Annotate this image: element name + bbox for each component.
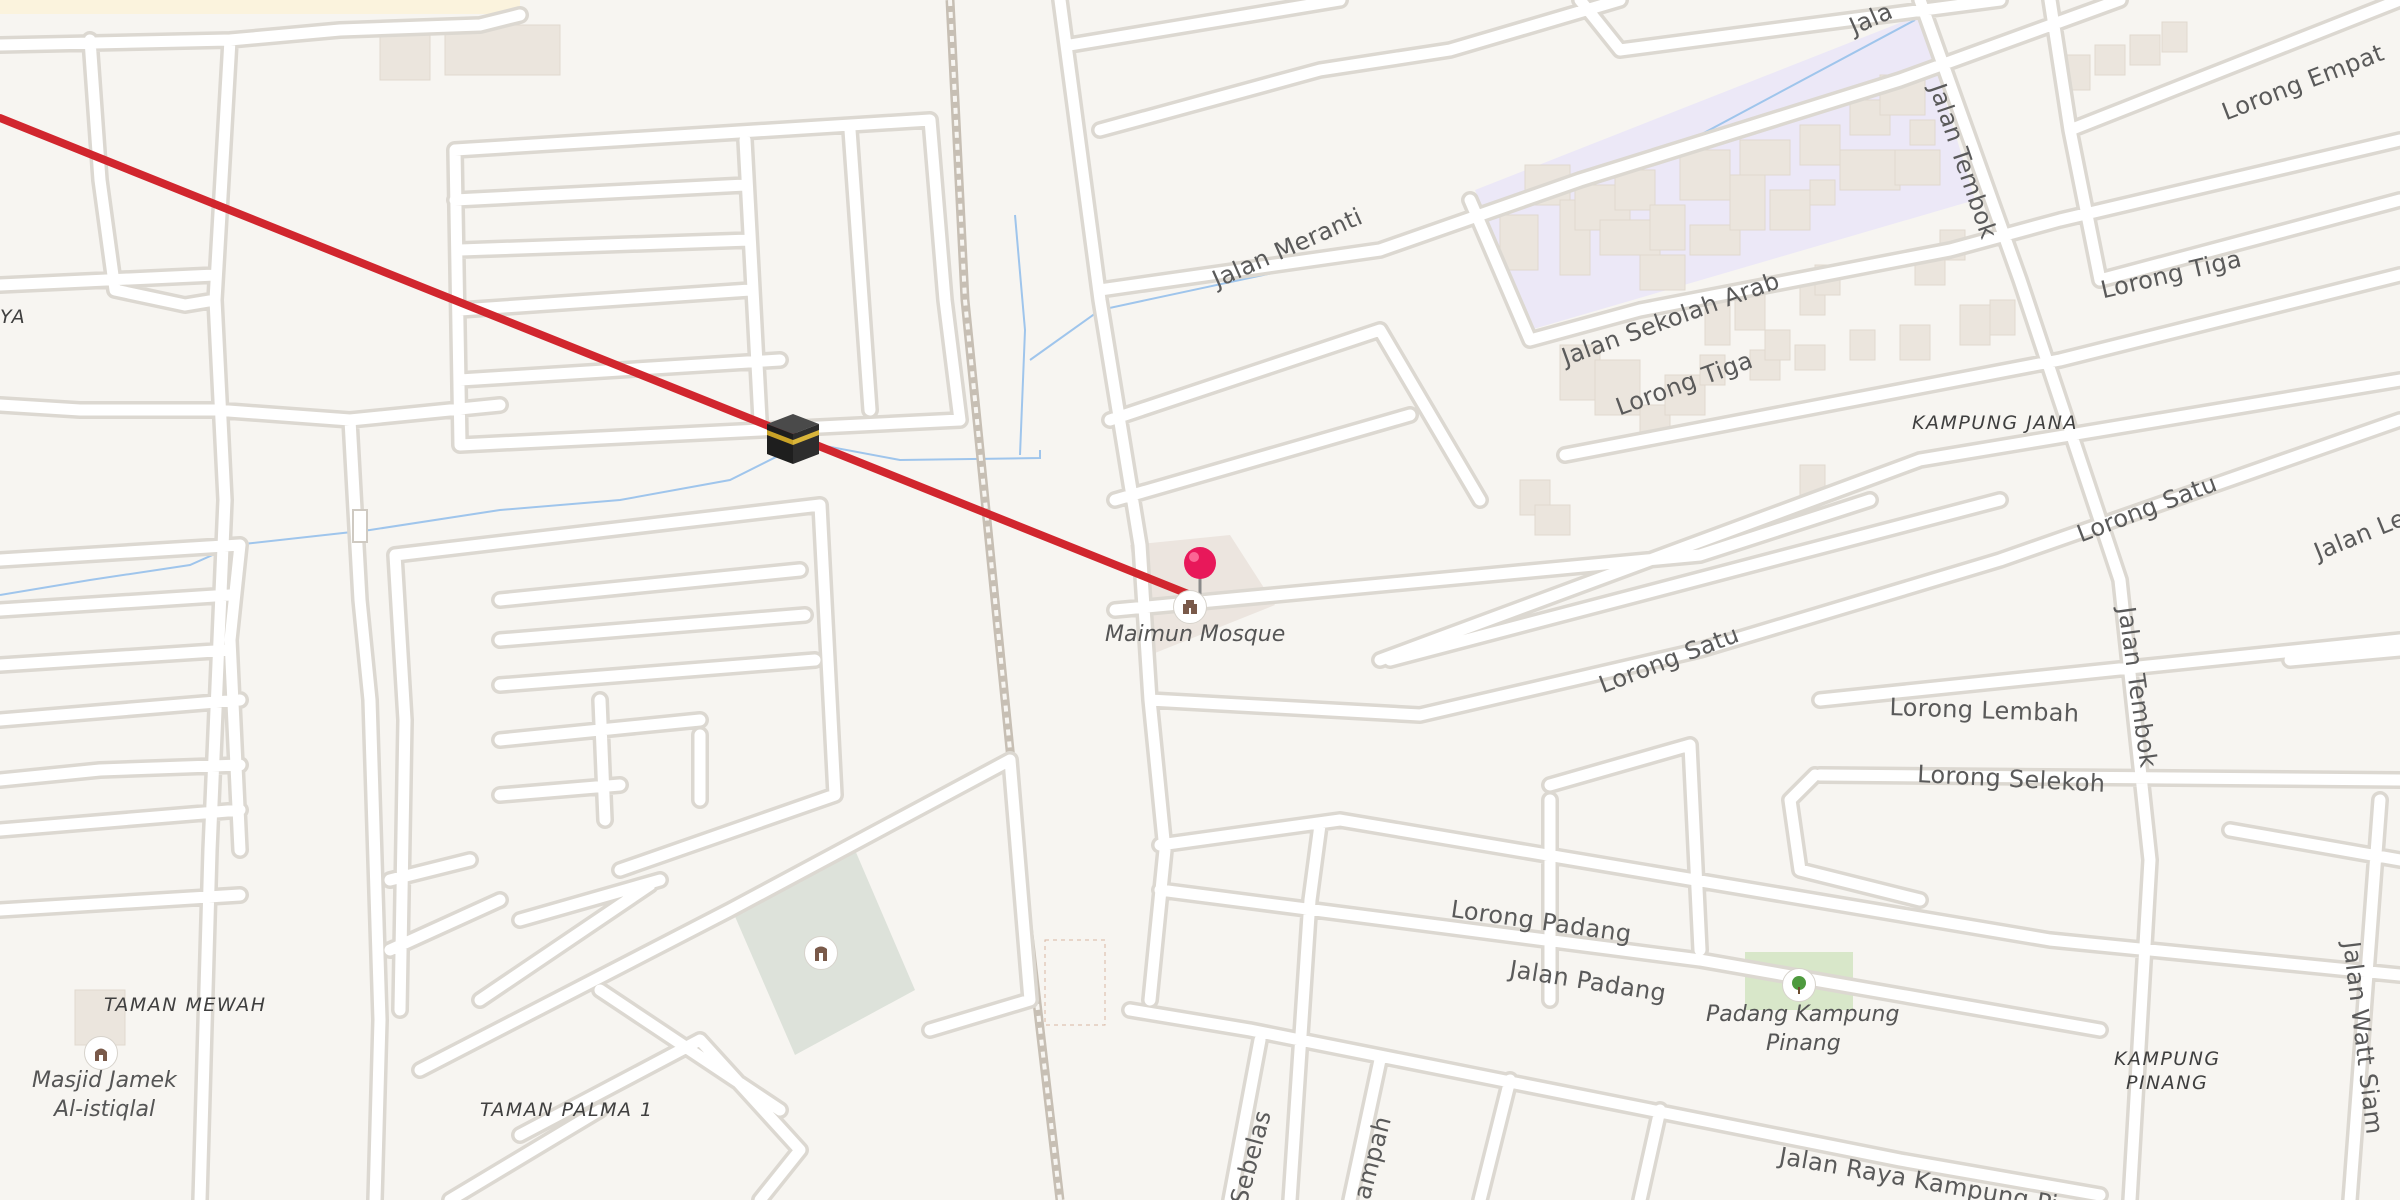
mosque-icon[interactable] — [1173, 590, 1207, 624]
top-yellow-strip — [0, 0, 520, 14]
monument-icon[interactable] — [804, 936, 838, 970]
mosque-icon[interactable] — [84, 1036, 118, 1070]
map-view[interactable]: Maimun Mosque Masjid Jamek Al-istiqlal P… — [0, 0, 2400, 1200]
kaaba-icon[interactable] — [765, 410, 821, 466]
bridge-marker — [352, 509, 368, 543]
tree-icon[interactable] — [1782, 968, 1816, 1002]
